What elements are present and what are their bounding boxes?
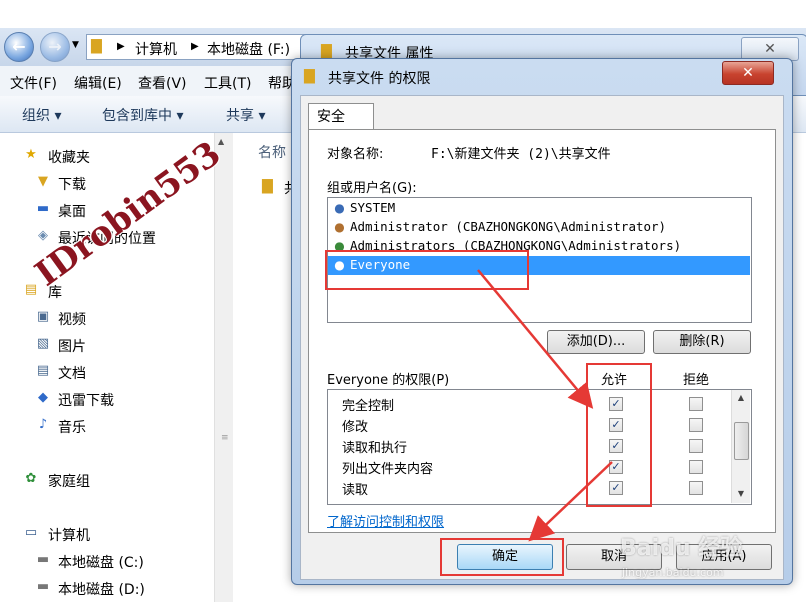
arrow-to-ok — [528, 461, 613, 542]
arrow-to-allow — [477, 269, 594, 409]
watermark-baidu-logo: Baidu 经验 — [620, 536, 743, 561]
annotation-arrows — [477, 269, 613, 542]
watermark-url: jingyan.baidu.com — [622, 566, 724, 579]
